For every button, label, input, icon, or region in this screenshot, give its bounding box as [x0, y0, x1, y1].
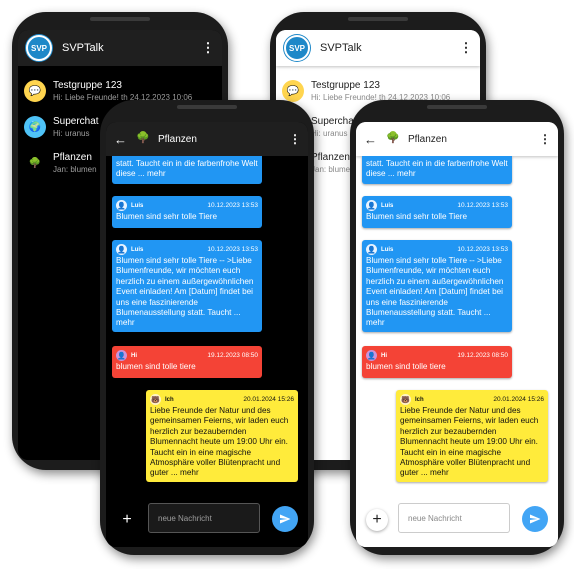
sender-name: Hi	[381, 352, 387, 359]
message-input[interactable]: neue Nachricht	[148, 503, 260, 533]
avatar: 👤	[366, 244, 377, 255]
message-text: blumen sind tolle tiere	[366, 362, 446, 371]
composer: + neue Nachricht	[106, 495, 308, 547]
more-vert-icon[interactable]: ⋮	[288, 132, 302, 146]
message-time: 20.01.2024 15:26	[243, 396, 294, 403]
avatar: 👤	[116, 350, 127, 361]
chat-title: Pflanzen	[408, 133, 447, 145]
message-bubble[interactable]: 👤 Hi 19.12.2023 08:50 blumen sind tolle ti…	[362, 346, 512, 378]
screen-dark-chat: ← 🌳 Pflanzen ⋮ statt. Taucht ein in die …	[106, 122, 308, 547]
message-bubble[interactable]: 👤 Luis 10.12.2023 13:53 Blumen sind sehr t…	[362, 196, 512, 228]
tree-icon: 🌳	[136, 132, 150, 144]
send-button[interactable]	[272, 506, 298, 532]
arrow-left-icon[interactable]: ←	[364, 132, 384, 147]
message-time: 10.12.2023 13:53	[207, 202, 258, 209]
avatar: 🐻	[150, 394, 161, 405]
sender-name: Luis	[131, 202, 144, 209]
sender-name: Hi	[131, 352, 137, 359]
app-bar: SVP SVPTalk ⋮	[276, 30, 480, 66]
phone-dark-chat: ← 🌳 Pflanzen ⋮ statt. Taucht ein in die …	[100, 100, 314, 555]
message-time: 19.12.2023 08:50	[207, 352, 258, 359]
message-bubble[interactable]: statt. Taucht ein in die farbenfrohe Wel…	[362, 156, 512, 184]
message-text: statt. Taucht ein in die farbenfrohe Wel…	[366, 159, 508, 179]
tree-avatar-icon: 🌳	[24, 152, 46, 174]
avatar: 🐻	[400, 394, 411, 405]
message-text: Blumen sind sehr tolle Tiere	[116, 212, 218, 221]
message-text: blumen sind tolle tiere	[116, 362, 196, 371]
message-text: Blumen sind sehr tolle Tiere -- >Liebe B…	[366, 256, 504, 328]
message-bubble-own[interactable]: 🐻 Ich 20.01.2024 15:26 Liebe Freunde der N…	[396, 390, 548, 482]
message-bubble-own[interactable]: 🐻 Ich 20.01.2024 15:26 Liebe Freunde der N…	[146, 390, 298, 482]
app-title: SVPTalk	[62, 42, 104, 54]
add-attachment-button[interactable]: +	[116, 509, 138, 531]
more-vert-icon[interactable]: ⋮	[458, 40, 474, 56]
sender-name: Ich	[415, 396, 424, 403]
message-bubble[interactable]: 👤 Luis 10.12.2023 13:53 Blumen sind sehr t…	[362, 240, 512, 332]
send-button[interactable]	[522, 506, 548, 532]
chat-app-bar: ← 🌳 Pflanzen ⋮	[356, 122, 558, 156]
message-time: 10.12.2023 13:53	[457, 246, 508, 253]
app-bar: SVP SVPTalk ⋮	[18, 30, 222, 66]
message-text: Liebe Freunde der Natur und des gemeinsa…	[400, 406, 539, 478]
avatar: 👤	[366, 350, 377, 361]
app-title: SVPTalk	[320, 42, 362, 54]
message-text: statt. Taucht ein in die farbenfrohe Wel…	[116, 159, 258, 179]
more-vert-icon[interactable]: ⋮	[200, 40, 216, 56]
message-bubble[interactable]: statt. Taucht ein in die farbenfrohe Wel…	[112, 156, 262, 184]
app-logo: SVP	[26, 35, 52, 61]
avatar: 👤	[366, 200, 377, 211]
chat-bubble-avatar-icon: 💬	[282, 80, 304, 102]
composer: + neue Nachricht	[356, 495, 558, 547]
app-logo: SVP	[284, 35, 310, 61]
message-bubble[interactable]: 👤 Luis 10.12.2023 13:53 Blumen sind sehr t…	[112, 240, 262, 332]
message-list[interactable]: statt. Taucht ein in die farbenfrohe Wel…	[106, 156, 308, 495]
message-time: 10.12.2023 13:53	[457, 202, 508, 209]
send-icon	[280, 514, 291, 524]
chat-app-bar: ← 🌳 Pflanzen ⋮	[106, 122, 308, 156]
message-bubble[interactable]: 👤 Hi 19.12.2023 08:50 blumen sind tolle ti…	[112, 346, 262, 378]
tree-icon: 🌳	[386, 132, 400, 144]
more-vert-icon[interactable]: ⋮	[538, 132, 552, 146]
sender-name: Luis	[381, 246, 394, 253]
add-attachment-button[interactable]: +	[366, 509, 388, 531]
message-time: 10.12.2023 13:53	[207, 246, 258, 253]
message-input[interactable]: neue Nachricht	[398, 503, 510, 533]
avatar: 👤	[116, 200, 127, 211]
message-time: 19.12.2023 08:50	[457, 352, 508, 359]
screen-light-chat: ← 🌳 Pflanzen ⋮ statt. Taucht ein in die …	[356, 122, 558, 547]
sender-name: Luis	[131, 246, 144, 253]
arrow-left-icon[interactable]: ←	[114, 132, 134, 147]
sender-name: Ich	[165, 396, 174, 403]
message-text: Blumen sind sehr tolle Tiere -- >Liebe B…	[116, 256, 254, 328]
phone-light-chat: ← 🌳 Pflanzen ⋮ statt. Taucht ein in die …	[350, 100, 564, 555]
avatar: 👤	[116, 244, 127, 255]
earth-avatar-icon: 🌍	[24, 116, 46, 138]
message-text: Blumen sind sehr tolle Tiere	[366, 212, 468, 221]
message-list[interactable]: statt. Taucht ein in die farbenfrohe Wel…	[356, 156, 558, 495]
chat-bubble-avatar-icon: 💬	[24, 80, 46, 102]
sender-name: Luis	[381, 202, 394, 209]
send-icon	[530, 514, 541, 524]
chat-name: Testgruppe 123	[53, 80, 122, 91]
chat-name: Testgruppe 123	[311, 80, 380, 91]
message-bubble[interactable]: 👤 Luis 10.12.2023 13:53 Blumen sind sehr t…	[112, 196, 262, 228]
message-text: Liebe Freunde der Natur und des gemeinsa…	[150, 406, 289, 478]
chat-title: Pflanzen	[158, 133, 197, 145]
message-time: 20.01.2024 15:26	[493, 396, 544, 403]
